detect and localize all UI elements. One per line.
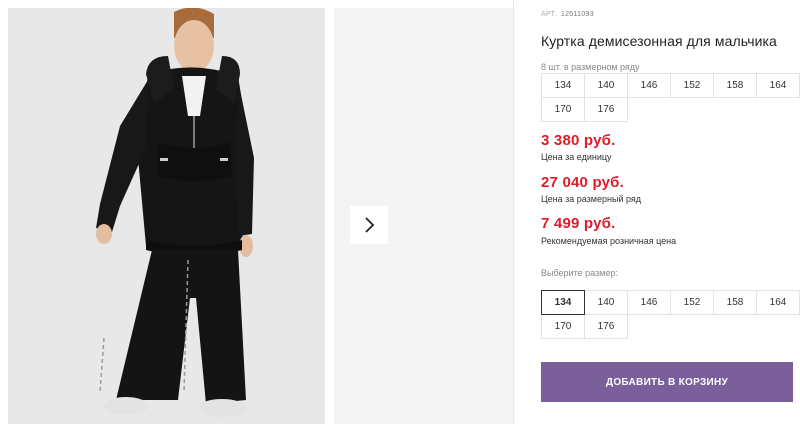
product-photo[interactable] xyxy=(8,8,325,424)
sku-prefix: АРТ. xyxy=(541,11,557,18)
pack-size-label: 8 шт. в размерном ряду xyxy=(541,62,640,72)
sku-number: 12511093 xyxy=(560,11,594,18)
unit-price: 3 380 руб. xyxy=(541,132,616,149)
pack-size-cell: 170 xyxy=(541,97,585,122)
retail-price: 7 499 руб. xyxy=(541,215,616,232)
size-option-selected[interactable]: 134 xyxy=(541,290,585,315)
next-photo-button[interactable] xyxy=(350,206,388,244)
pack-size-cell: 140 xyxy=(584,73,628,98)
choose-size-label: Выберите размер: xyxy=(541,268,618,278)
pack-size-cell: 146 xyxy=(627,73,671,98)
size-option[interactable]: 146 xyxy=(627,290,671,315)
size-option[interactable]: 152 xyxy=(670,290,714,315)
chevron-right-icon xyxy=(365,217,375,233)
product-title: Куртка демисезонная для мальчика xyxy=(541,33,777,49)
pack-size-cell: 152 xyxy=(670,73,714,98)
product-gallery xyxy=(8,8,513,424)
pack-size-grid: 134 140 146 152 158 164 170 176 xyxy=(541,73,800,122)
size-selector: 134 140 146 152 158 164 170 176 xyxy=(541,290,800,339)
size-option[interactable]: 158 xyxy=(713,290,757,315)
unit-price-note: Цена за единицу xyxy=(541,152,612,162)
pack-size-cell: 164 xyxy=(756,73,800,98)
pack-size-cell: 134 xyxy=(541,73,585,98)
size-option[interactable]: 140 xyxy=(584,290,628,315)
pack-price: 27 040 руб. xyxy=(541,174,624,191)
pack-price-note: Цена за размерный ряд xyxy=(541,194,642,204)
add-to-cart-button[interactable]: ДОБАВИТЬ В КОРЗИНУ xyxy=(541,362,793,402)
size-option[interactable]: 170 xyxy=(541,314,585,339)
pack-size-cell: 158 xyxy=(713,73,757,98)
retail-price-note: Рекомендуемая розничная цена xyxy=(541,236,677,246)
boy-in-jacket-illustration xyxy=(8,8,325,424)
sku-line: АРТ. 12511093 xyxy=(541,11,594,18)
size-option[interactable]: 176 xyxy=(584,314,628,339)
pack-size-cell: 176 xyxy=(584,97,628,122)
panel-divider xyxy=(513,0,514,424)
size-option[interactable]: 164 xyxy=(756,290,800,315)
